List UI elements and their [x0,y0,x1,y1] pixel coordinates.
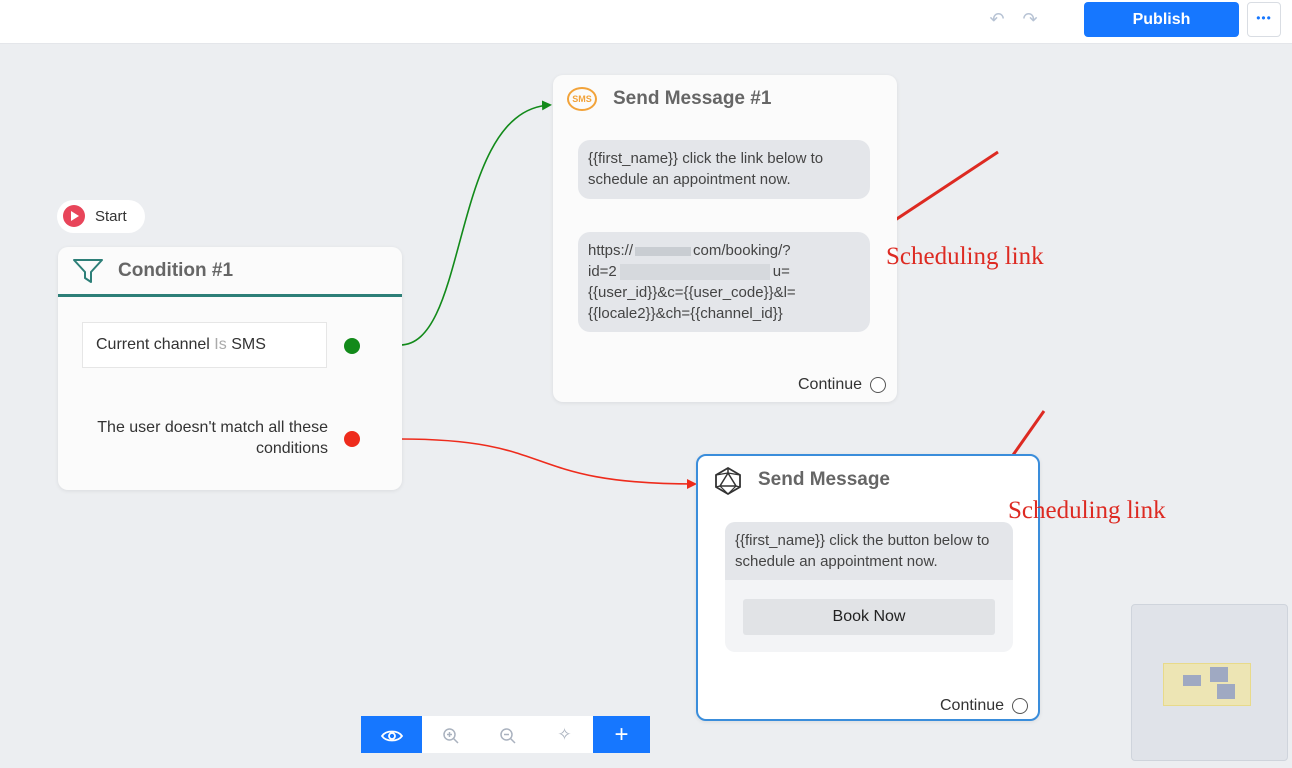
zoom-out-icon[interactable] [479,716,536,753]
continue-output-handle[interactable] [1012,698,1028,714]
redacted-id [619,264,770,281]
link-line-4: {{locale2}}&ch={{channel_id}} [588,305,783,322]
play-icon [63,205,85,227]
link-id: id=2 [588,263,617,280]
continue-label: Continue [798,376,863,393]
minimap[interactable] [1131,604,1288,761]
condition-title: Condition #1 [118,260,234,281]
condition-node[interactable]: Condition #1 Current channel Is SMS The … [58,247,402,490]
book-now-button[interactable]: Book Now [743,599,995,635]
else-connection [360,438,697,489]
zoom-in-icon[interactable] [422,716,479,753]
link-line-3: {{user_id}}&c={{user_code}}&l= [588,284,796,301]
button-message-card[interactable]: {{first_name}} click the button below to… [725,522,1013,652]
eye-icon[interactable] [361,716,422,753]
start-label: Start [95,208,127,225]
condition-rule[interactable]: Current channel Is SMS [82,322,327,368]
polyhedron-icon [715,466,741,496]
rule-operator: Is [214,336,227,353]
continue-label: Continue [940,697,1005,714]
send-message-sms-node[interactable]: SMS Send Message #1 {{first_name}} click… [553,75,897,402]
magic-wand-icon[interactable]: ✧ [536,716,593,753]
annotation-label: Scheduling link [886,243,1044,270]
sms-message-bubble[interactable]: {{first_name}} click the link below to s… [578,140,870,199]
start-node[interactable]: Start [57,200,145,233]
link-line-2: id=2 u= [588,261,860,282]
rule-value: SMS [231,336,266,353]
link-prefix: https:// [588,242,634,259]
redacted-domain [635,246,692,256]
funnel-icon [73,259,103,283]
send-message-button-node[interactable]: Send Message {{first_name}} click the bu… [696,454,1040,721]
link-path: com/booking/? [693,242,791,259]
minimap-node [1217,684,1235,699]
sms-link-bubble[interactable]: https:// com/booking/? id=2 u= {{user_id}}… [578,232,870,332]
button-node-title: Send Message [758,469,890,490]
minimap-viewport[interactable] [1163,663,1251,706]
annotation-label: Scheduling link [1008,497,1166,524]
sms-node-title: Send Message #1 [613,88,772,109]
minimap-node [1210,667,1228,682]
button-message-text: {{first_name}} click the button below to… [725,522,1013,580]
sms-icon: SMS [567,87,597,111]
link-param: u= [772,263,790,280]
rule-field: Current channel [96,336,210,353]
continue-output-handle[interactable] [870,377,886,393]
else-condition-label: The user doesn't match all these conditi… [97,419,328,457]
canvas-toolbar: ✧ + [361,716,650,753]
add-node-button[interactable]: + [593,716,650,753]
link-line-1: https:// com/booking/? [588,240,860,261]
minimap-node [1183,675,1201,686]
else-output-handle[interactable] [344,431,360,447]
match-output-handle[interactable] [344,338,360,354]
divider [58,294,402,297]
